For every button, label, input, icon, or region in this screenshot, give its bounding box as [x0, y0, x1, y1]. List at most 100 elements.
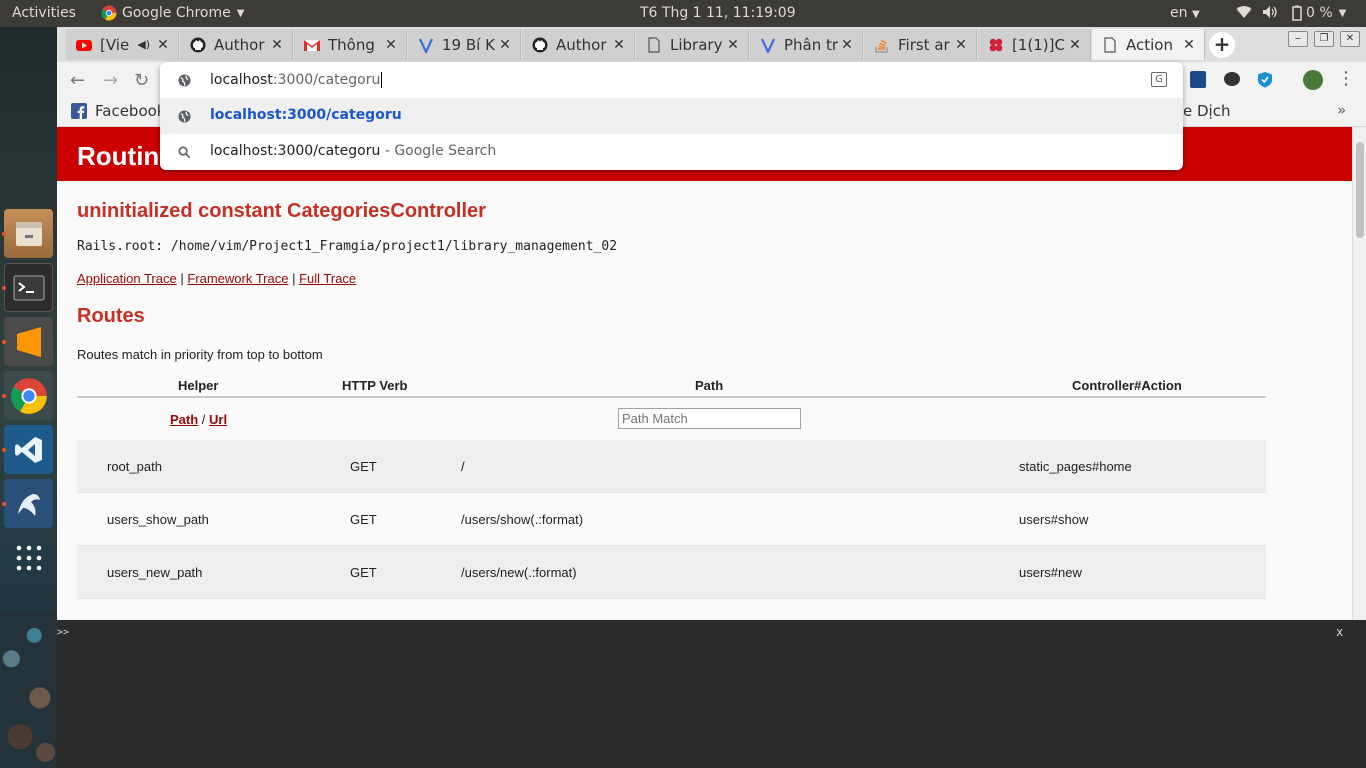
activities-button[interactable]: Activities [12, 5, 76, 21]
vscode-icon [14, 436, 42, 463]
terminal-launcher[interactable] [4, 263, 53, 312]
close-icon[interactable]: ✕ [154, 37, 172, 53]
browser-tab[interactable]: [1(1)]Cl ✕ [978, 29, 1091, 60]
browser-tab[interactable]: 19 Bí Ki ✕ [408, 29, 521, 60]
tab-title: Phân tr [784, 35, 838, 54]
running-indicator [2, 286, 6, 290]
tab-title: [1(1)]Cl [1012, 35, 1066, 54]
youtube-icon [76, 39, 92, 51]
bookmark-translate[interactable]: e Dịch [1183, 102, 1230, 120]
bookmark-facebook[interactable]: Facebook [71, 102, 165, 120]
tab-title: 19 Bí Ki [442, 35, 496, 54]
page-icon [648, 36, 660, 53]
browser-tab[interactable]: Author ✕ [522, 29, 635, 60]
app-grid-icon [16, 545, 41, 570]
close-icon[interactable]: ✕ [382, 37, 400, 53]
full-trace-link[interactable]: Full Trace [299, 271, 356, 286]
column-header-verb: HTTP Verb [342, 378, 408, 393]
close-icon[interactable]: ✕ [1180, 37, 1198, 53]
scrollbar-thumb[interactable] [1356, 142, 1364, 238]
running-indicator [2, 232, 6, 236]
application-trace-link[interactable]: Application Trace [77, 271, 177, 286]
language-indicator[interactable]: en ▼ [1170, 5, 1200, 21]
show-applications-button[interactable] [4, 533, 53, 582]
battery-label: 0 % [1306, 5, 1333, 21]
suggestion-search[interactable]: localhost:3000/categoru - Google Search [160, 134, 1183, 170]
translate-icon[interactable]: G [1151, 72, 1167, 87]
browser-tab[interactable]: First ar ✕ [864, 29, 977, 60]
maximize-button[interactable]: ❐ [1314, 31, 1334, 47]
sublime-text-launcher[interactable] [4, 317, 53, 366]
browser-tab[interactable]: Thông ✕ [294, 29, 407, 60]
url-link[interactable]: Url [209, 412, 227, 427]
sublime-icon [16, 326, 41, 357]
chevron-down-icon: ▼ [1191, 9, 1200, 20]
vscode-launcher[interactable] [4, 425, 53, 474]
routes-heading: Routes [77, 305, 145, 327]
wifi-icon[interactable] [1236, 5, 1252, 23]
close-window-button[interactable]: ✕ [1340, 31, 1360, 47]
path-link[interactable]: Path [170, 412, 198, 427]
path-match-input[interactable] [618, 408, 801, 429]
clock[interactable]: T6 Thg 1 11, 11:19:09 [640, 5, 796, 21]
menu-kebab-icon[interactable]: ⋮ [1337, 68, 1355, 89]
battery-indicator[interactable]: 0 % ▼ [1292, 5, 1346, 21]
back-button[interactable]: ← [70, 70, 85, 91]
more-bookmarks-icon[interactable]: » [1337, 101, 1346, 119]
browser-tab[interactable]: Phân tr ✕ [750, 29, 863, 60]
route-helper: users_new_path [107, 565, 203, 580]
trace-separator: | [288, 271, 300, 286]
mysql-workbench-launcher[interactable] [4, 479, 53, 528]
globe-icon [178, 74, 191, 87]
reload-button[interactable]: ↻ [134, 70, 149, 91]
page-content: Routin uninitialized constant Categories… [57, 127, 1352, 620]
filter-row: Path / Url [77, 398, 1266, 440]
address-input[interactable]: localhost:3000/categoru G [160, 62, 1183, 98]
trace-separator: | [176, 271, 188, 286]
browser-tab[interactable]: Author ✕ [180, 29, 293, 60]
page-scrollbar[interactable] [1352, 127, 1366, 620]
tab-strip: [Vie ◀) ✕ Author ✕ Thông ✕ 19 Bí Ki ✕ Au… [57, 27, 1366, 62]
column-header-path: Path [695, 378, 724, 393]
tab-title: [Vie [100, 35, 130, 54]
framework-trace-link[interactable]: Framework Trace [187, 271, 288, 286]
new-tab-button[interactable]: + [1209, 32, 1235, 58]
route-action: users#new [1019, 565, 1082, 580]
close-icon[interactable]: ✕ [724, 37, 742, 53]
app-menu[interactable]: Google Chrome ▼ [101, 5, 244, 21]
volume-icon[interactable] [1262, 5, 1278, 23]
browser-tab[interactable]: Library ✕ [636, 29, 749, 60]
extension-icon[interactable] [1190, 71, 1206, 88]
close-icon[interactable]: ✕ [610, 37, 628, 53]
error-title: uninitialized constant CategoriesControl… [77, 200, 486, 222]
github-icon [532, 37, 548, 52]
close-icon[interactable]: ✕ [952, 37, 970, 53]
app-name: Google Chrome [122, 5, 231, 21]
close-icon[interactable]: ✕ [1066, 37, 1084, 53]
close-icon[interactable]: ✕ [268, 37, 286, 53]
minimize-button[interactable]: ‒ [1288, 31, 1308, 47]
route-path: /users/show(.:format) [461, 512, 584, 527]
trace-links: Application Trace | Framework Trace | Fu… [77, 271, 356, 286]
stackoverflow-icon [875, 39, 888, 53]
chevron-down-icon: ▼ [236, 7, 245, 19]
github-icon [190, 37, 206, 52]
close-icon[interactable]: x [1336, 625, 1343, 639]
extension-icon[interactable] [1224, 72, 1240, 86]
close-icon[interactable]: ✕ [838, 37, 856, 53]
browser-tab-active[interactable]: Action ✕ [1092, 29, 1205, 60]
address-rest: :3000/categoru [272, 72, 381, 88]
shield-icon[interactable] [1257, 71, 1273, 88]
running-indicator [2, 448, 6, 452]
table-row: users_new_path GET /users/new(.:format) … [77, 546, 1266, 599]
forward-button[interactable]: → [103, 70, 118, 91]
close-icon[interactable]: ✕ [496, 37, 514, 53]
route-verb: GET [350, 565, 377, 580]
route-path: /users/new(.:format) [461, 565, 577, 580]
browser-tab[interactable]: [Vie ◀) ✕ [66, 29, 179, 60]
files-launcher[interactable] [4, 209, 53, 258]
chrome-launcher[interactable] [4, 371, 53, 420]
suggestion-url-text: localhost:3000/categoru [210, 107, 402, 123]
avatar[interactable] [1303, 70, 1323, 90]
suggestion-url[interactable]: localhost:3000/categoru [160, 98, 1183, 134]
